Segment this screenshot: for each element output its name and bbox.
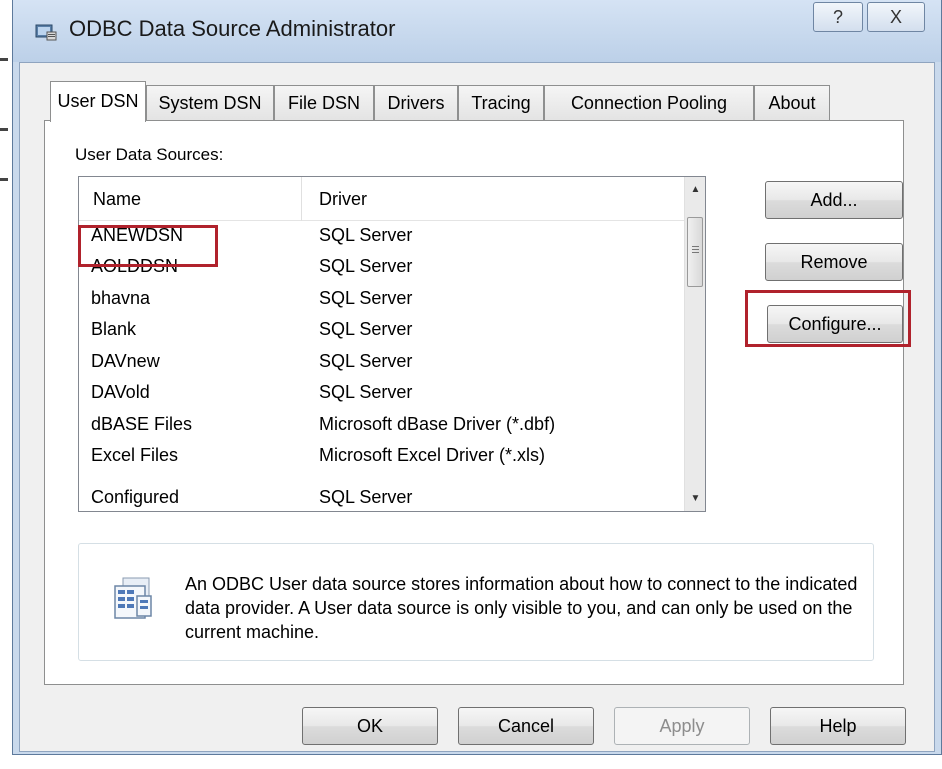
list-item[interactable]: DAVnew SQL Server: [79, 347, 685, 379]
list-item[interactable]: Blank SQL Server: [79, 315, 685, 347]
user-data-sources-label: User Data Sources:: [75, 145, 224, 164]
scroll-thumb[interactable]: [687, 217, 703, 287]
dsn-name: DAVnew: [91, 351, 160, 371]
grip-line: [692, 246, 699, 247]
grip-line: [692, 252, 699, 253]
tab-system-dsn[interactable]: System DSN: [146, 85, 274, 121]
help-button[interactable]: Help: [770, 707, 906, 745]
dsn-driver: SQL Server: [319, 351, 413, 371]
dsn-driver: SQL Server: [319, 256, 413, 276]
list-item[interactable]: Excel Files Microsoft Excel Driver (*.xl…: [79, 441, 685, 473]
tab-file-dsn[interactable]: File DSN: [274, 85, 374, 121]
tab-connection-pooling[interactable]: Connection Pooling: [544, 85, 754, 121]
dsn-driver: SQL Server: [319, 382, 413, 402]
scroll-down-icon[interactable]: ▼: [685, 488, 705, 509]
scroll-up-icon[interactable]: ▲: [685, 179, 705, 200]
question-mark-icon: ?: [832, 7, 843, 27]
user-dsn-panel: User Data Sources: Name Driver ANEWDSN S…: [44, 120, 904, 685]
dsn-driver: Microsoft Excel Driver (*.xls): [319, 445, 546, 465]
cancel-button[interactable]: Cancel: [458, 707, 594, 745]
column-divider[interactable]: [301, 177, 302, 221]
list-item[interactable]: Configured SQL Server: [79, 483, 685, 511]
dsn-driver: SQL Server: [319, 319, 413, 339]
column-header-name[interactable]: Name: [93, 189, 141, 210]
title-bar[interactable]: ODBC Data Source Administrator ? X: [13, 0, 941, 62]
highlight-anewdsn: [78, 225, 218, 267]
close-button[interactable]: X: [867, 2, 925, 32]
highlight-configure: [745, 290, 911, 347]
remove-button[interactable]: Remove: [765, 243, 903, 281]
grip-line: [692, 249, 699, 250]
dsn-driver: Microsoft dBase Driver (*.dbf): [319, 414, 556, 434]
list-header: Name Driver: [79, 177, 685, 221]
vertical-scrollbar[interactable]: ▲ ▼: [684, 177, 705, 511]
info-description: An ODBC User data source stores informat…: [185, 574, 858, 642]
close-icon: X: [889, 7, 902, 27]
ok-button[interactable]: OK: [302, 707, 438, 745]
dsn-driver: SQL Server: [319, 288, 413, 308]
dsn-name: bhavna: [91, 288, 151, 308]
dsn-name: Blank: [91, 319, 137, 339]
dsn-name: Configured: [91, 487, 180, 507]
edge-mark: [0, 58, 8, 61]
tab-tracing[interactable]: Tracing: [458, 85, 544, 121]
list-item[interactable]: bhavna SQL Server: [79, 284, 685, 316]
edge-mark: [0, 178, 8, 181]
dsn-name: Excel Files: [91, 445, 179, 465]
apply-button[interactable]: Apply: [614, 707, 750, 745]
edge-mark: [0, 128, 8, 131]
dialog-client-area: User DSN System DSN File DSN Drivers Tra…: [19, 62, 935, 752]
tab-about[interactable]: About: [754, 85, 830, 121]
odbc-app-icon: [35, 24, 57, 41]
dsn-name: DAVold: [91, 382, 150, 402]
tab-user-dsn[interactable]: User DSN: [50, 81, 146, 122]
dsn-driver: SQL Server: [319, 487, 413, 507]
help-title-button[interactable]: ?: [813, 2, 863, 32]
info-box: An ODBC User data source stores informat…: [78, 543, 874, 661]
tab-drivers[interactable]: Drivers: [374, 85, 458, 121]
add-button[interactable]: Add...: [765, 181, 903, 219]
list-item[interactable]: DAVold SQL Server: [79, 378, 685, 410]
dsn-name: dBASE Files: [91, 414, 193, 434]
dsn-driver: SQL Server: [319, 225, 413, 245]
list-item[interactable]: dBASE Files Microsoft dBase Driver (*.db…: [79, 410, 685, 442]
odbc-dialog-window: ODBC Data Source Administrator ? X User …: [12, 0, 942, 755]
window-title: ODBC Data Source Administrator: [69, 16, 396, 41]
column-header-driver[interactable]: Driver: [319, 189, 367, 210]
data-source-info-icon: [114, 577, 152, 619]
